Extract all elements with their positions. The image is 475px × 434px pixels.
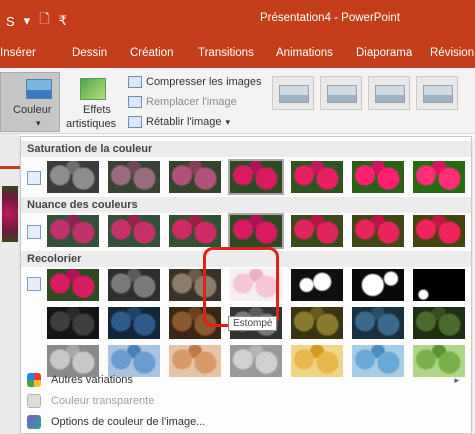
compresser-images-button[interactable]: Compresser les images (128, 76, 262, 88)
recolor-swatch[interactable] (352, 307, 404, 339)
recolor-swatch[interactable] (47, 215, 99, 247)
recolor-swatch[interactable] (413, 161, 465, 193)
recolor-swatch[interactable] (108, 307, 160, 339)
nuance-icon (27, 225, 41, 239)
tab-diaporama[interactable]: Diaporama (356, 47, 412, 59)
recolor-swatch[interactable] (108, 269, 160, 301)
effets-artistiques-button[interactable]: Effets artistiques (66, 72, 122, 132)
recolor-swatch[interactable] (291, 269, 343, 301)
window-title: Présentation4 - PowerPoint (260, 12, 400, 24)
picture-color-icon (26, 79, 52, 99)
recolor-swatch[interactable] (108, 215, 160, 247)
replace-image-icon (128, 96, 142, 108)
title-bar: S ▾ 🗋 ₹ Présentation4 - PowerPoint (0, 0, 475, 38)
recolor-swatch[interactable] (169, 215, 221, 247)
recolor-swatch[interactable] (352, 269, 404, 301)
recolor-swatch[interactable] (352, 215, 404, 247)
recolor-swatch[interactable] (291, 307, 343, 339)
new-file-icon[interactable]: 🗋 (39, 10, 49, 32)
remplacer-image-button[interactable]: Remplacer l'image (128, 96, 237, 108)
ribbon-tabs: Insérer Dessin Création Transitions Anim… (0, 38, 475, 68)
slide-thumbnail[interactable] (2, 186, 18, 242)
couleur-label: Couleur (13, 104, 52, 116)
recolor-swatch[interactable] (352, 161, 404, 193)
chevron-down-icon: ▾ (225, 116, 230, 127)
slide-pane (0, 134, 20, 434)
compress-icon (128, 76, 142, 88)
tab-revision[interactable]: Révision (430, 47, 474, 59)
tab-dessin[interactable]: Dessin (72, 47, 107, 59)
recolor-swatch[interactable] (413, 269, 465, 301)
tooltip-estompe: Estompé (228, 316, 278, 331)
artistic-effects-icon (80, 78, 106, 100)
color-options-icon (27, 415, 41, 429)
recolor-swatch[interactable] (47, 161, 99, 193)
effets-label: Effets (83, 104, 111, 116)
undo-dropdown-icon[interactable]: ▾ (24, 13, 31, 29)
artistiques-label: artistiques (66, 118, 117, 130)
options-couleur-item[interactable]: Options de couleur de l'image... (21, 412, 471, 432)
tab-transitions[interactable]: Transitions (198, 47, 254, 59)
picture-style-thumb[interactable] (320, 76, 362, 110)
recolor-swatch[interactable] (169, 161, 221, 193)
recolor-swatch[interactable] (291, 215, 343, 247)
ribbon: ns Couleur ▾ Effets artistiques Compress… (0, 68, 475, 134)
autres-variations-item[interactable]: Autres variations ▸ (21, 370, 471, 390)
recolor-swatch[interactable] (47, 307, 99, 339)
customize-toolbar-icon[interactable]: ₹ (59, 13, 67, 29)
quick-access-toolbar: S ▾ 🗋 ₹ (6, 10, 67, 32)
recolor-swatch[interactable] (228, 159, 284, 195)
transparent-color-icon (27, 394, 41, 408)
remplacer-label: Remplacer l'image (146, 96, 237, 108)
retablir-label: Rétablir l'image (146, 116, 222, 128)
couleur-transparente-item[interactable]: Couleur transparente (21, 391, 471, 411)
recolor-swatch[interactable] (228, 213, 284, 249)
couleur-transparente-label: Couleur transparente (51, 395, 155, 407)
slide-accent-bar (0, 166, 20, 169)
picture-style-thumb[interactable] (416, 76, 458, 110)
tab-creation[interactable]: Création (130, 47, 173, 59)
picture-style-thumb[interactable] (368, 76, 410, 110)
recolor-swatch[interactable] (108, 161, 160, 193)
color-wheel-icon (27, 373, 41, 387)
couleur-button[interactable]: Couleur ▾ (0, 72, 60, 132)
tab-animations[interactable]: Animations (276, 47, 333, 59)
compresser-label: Compresser les images (146, 76, 262, 88)
reset-image-icon (128, 116, 142, 128)
recolor-swatch[interactable] (47, 269, 99, 301)
recolor-swatch[interactable] (413, 215, 465, 247)
save-icon[interactable]: S (6, 14, 15, 29)
autres-variations-label: Autres variations (51, 374, 133, 386)
recolor-swatch[interactable] (291, 161, 343, 193)
recolor-swatch[interactable] (413, 307, 465, 339)
recolorier-icon (27, 277, 41, 291)
nuance-header: Nuance des couleurs (21, 197, 471, 213)
tab-inserer[interactable]: Insérer (0, 47, 36, 59)
options-couleur-label: Options de couleur de l'image... (51, 416, 206, 428)
saturation-header: Saturation de la couleur (21, 141, 471, 157)
picture-styles-gallery (272, 76, 458, 110)
saturation-icon (27, 171, 41, 185)
picture-style-thumb[interactable] (272, 76, 314, 110)
retablir-image-button[interactable]: Rétablir l'image ▾ (128, 116, 230, 128)
submenu-arrow-icon: ▸ (454, 374, 459, 385)
chevron-down-icon: ▾ (36, 118, 41, 128)
highlight-annotation (203, 247, 279, 327)
